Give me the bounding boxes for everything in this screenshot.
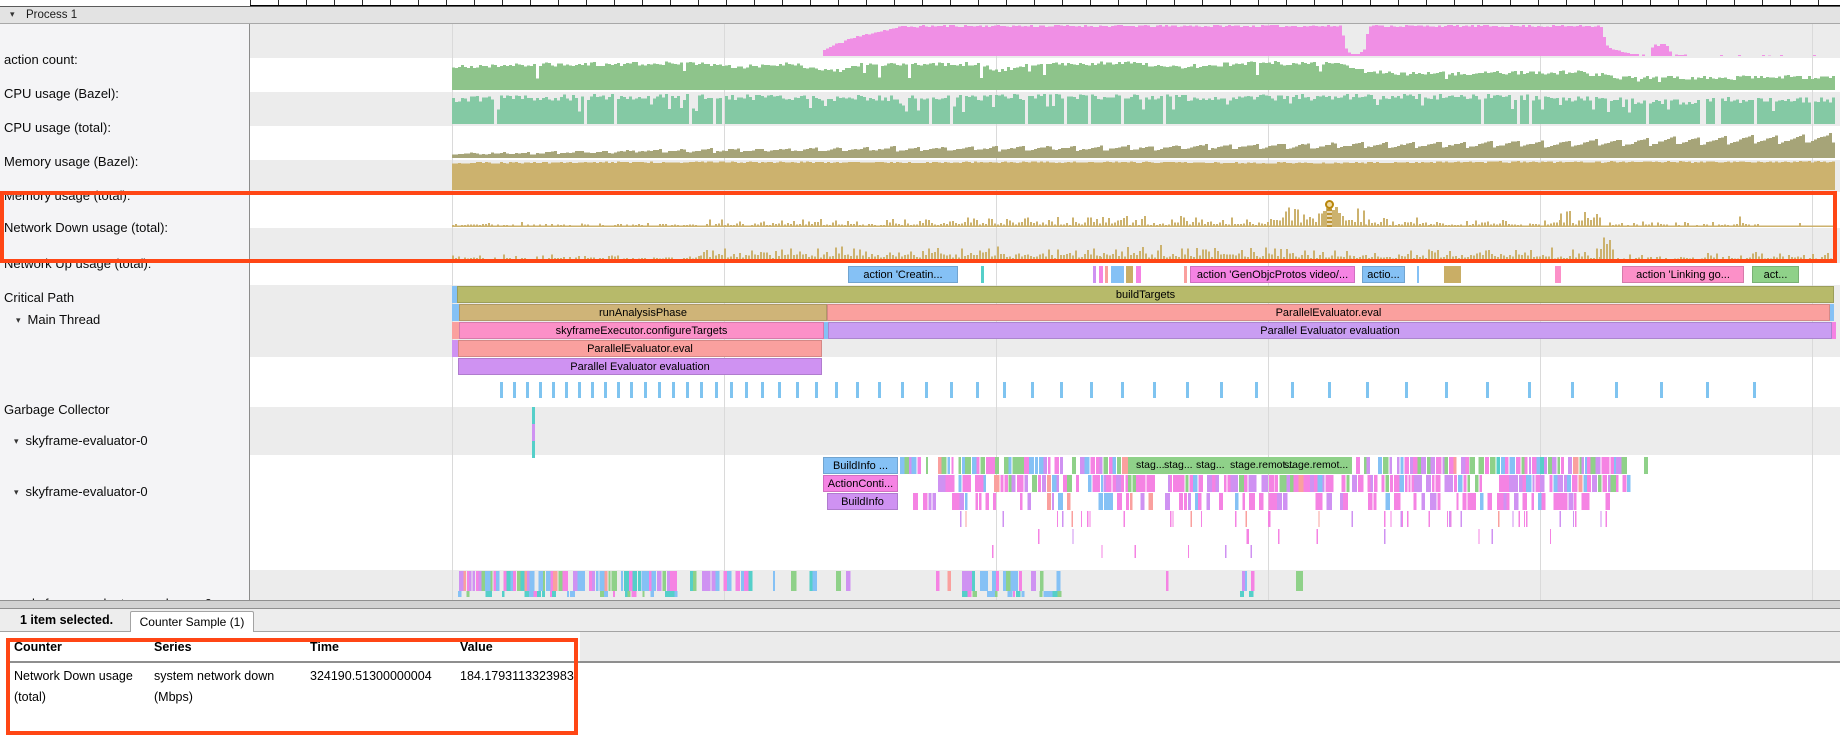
trace-viewer: action 'Creatin... action 'GenObjcProtos …	[0, 0, 1840, 742]
slice-parallel-evaluator-evaluation[interactable]: Parallel Evaluator evaluation	[828, 322, 1832, 339]
slice-action-genobjcprotos-video[interactable]: action 'GenObjcProtos video/...	[1190, 266, 1355, 283]
slice-actionconti[interactable]: ActionConti...	[823, 475, 898, 492]
cpu-usage-bazel-series[interactable]	[452, 61, 1835, 90]
slice-skyframeexecutor-configuretargets[interactable]: skyframeExecutor.configureTargets	[459, 322, 824, 339]
slice-parallelevaluator-eval[interactable]: ParallelEvaluator.eval	[827, 304, 1830, 321]
sidebar-item-critical-path[interactable]: Critical Path	[4, 290, 74, 306]
cpu-usage-total-series[interactable]	[452, 94, 1835, 124]
slice-stripe-series[interactable]	[485, 571, 1247, 591]
slice-tick[interactable]	[1832, 322, 1836, 339]
overlapping-slice-label: stag...	[1164, 459, 1193, 471]
sidebar-item-main-thread[interactable]: ▾ Main Thread	[16, 312, 100, 328]
slice-tick[interactable]	[1093, 266, 1096, 283]
slice-act[interactable]: act...	[1752, 266, 1799, 283]
overlapping-slice-label: stage.remot...	[1284, 459, 1348, 471]
slice-stripe-series[interactable]	[459, 571, 1245, 591]
expander-triangle-icon[interactable]: ▾	[14, 436, 19, 446]
sidebar-item-cpu-usage-bazel[interactable]: CPU usage (Bazel):	[4, 86, 119, 102]
expander-triangle-icon[interactable]: ▾	[16, 315, 21, 325]
track-label: skyframe-evaluator-0	[26, 484, 148, 499]
slice-runanalysisphase[interactable]: runAnalysisPhase	[459, 304, 827, 321]
slice-actio[interactable]: actio...	[1362, 266, 1405, 283]
slice-action-creatin[interactable]: action 'Creatin...	[848, 266, 958, 283]
selection-status: 1 item selected.	[20, 613, 113, 627]
bottom-tab-strip	[0, 609, 1840, 632]
slice-tick[interactable]	[1105, 266, 1108, 283]
track-label: Memory usage (Bazel):	[4, 154, 138, 169]
slice-tick[interactable]	[1555, 266, 1561, 283]
slice-stripe-series[interactable]	[1225, 545, 1252, 558]
slice-parallel-evaluator-evaluation[interactable]: Parallel Evaluator evaluation	[458, 358, 822, 375]
slice-stripe-series[interactable]	[1057, 511, 1607, 527]
slice-tick[interactable]	[1417, 266, 1419, 283]
track-label: Garbage Collector	[4, 402, 110, 417]
slice-tick[interactable]	[1184, 266, 1187, 283]
slice-tick[interactable]	[1099, 266, 1103, 283]
sidebar-item-action-count[interactable]: action count:	[4, 52, 78, 68]
track-label: action count:	[4, 52, 78, 67]
table-header-band	[580, 632, 1840, 661]
slice-action-linking-go[interactable]: action 'Linking go...	[1622, 266, 1744, 283]
slice-stripe-series[interactable]	[1072, 529, 1493, 544]
mini-slice[interactable]	[532, 424, 535, 441]
slice-tick[interactable]	[1111, 266, 1124, 283]
collapse-triangle-icon[interactable]: ▾	[10, 9, 15, 20]
mini-slice[interactable]	[532, 441, 535, 458]
sidebar-item-memory-usage-bazel[interactable]: Memory usage (Bazel):	[4, 154, 138, 170]
highlight-box-sample-table	[6, 638, 578, 735]
expander-triangle-icon[interactable]: ▾	[14, 487, 19, 497]
mini-slice[interactable]	[532, 407, 535, 424]
slice-buildinfo[interactable]: BuildInfo ...	[823, 457, 898, 474]
process-header[interactable]: ▾ Process 1	[0, 6, 1840, 24]
slice-buildtargets[interactable]: buildTargets	[457, 286, 1834, 303]
slice-stripe-series[interactable]	[1038, 529, 1551, 544]
process-title: Process 1	[26, 9, 77, 21]
highlight-box-network-tracks	[0, 191, 1837, 263]
track-label: CPU usage (Bazel):	[4, 86, 119, 101]
slice-stripe-series[interactable]	[960, 511, 1602, 527]
track-label: Main Thread	[28, 312, 101, 327]
slice-tick[interactable]	[981, 266, 984, 283]
sidebar-item-garbage-collector[interactable]: Garbage Collector	[4, 402, 110, 418]
action-count-series[interactable]	[823, 25, 1816, 56]
slice-stripe-series[interactable]	[965, 511, 1499, 527]
memory-usage-bazel-series[interactable]	[452, 133, 1835, 158]
slice-tick[interactable]	[1830, 304, 1834, 321]
sidebar-item-cpu-usage-total[interactable]: CPU usage (total):	[4, 120, 111, 136]
overlapping-slice-label: stag...	[1196, 459, 1225, 471]
slice-stripe-series[interactable]	[992, 545, 1189, 558]
slice-tick[interactable]	[1444, 266, 1461, 283]
memory-usage-total-series[interactable]	[452, 161, 1835, 190]
garbage-collector-tick-series[interactable]	[500, 382, 1756, 398]
track-label-sidebar: action count: CPU usage (Bazel): CPU usage…	[0, 24, 250, 600]
tab-counter-sample[interactable]: Counter Sample (1)	[130, 611, 254, 632]
sidebar-item-skyframe-evaluator-0[interactable]: ▾ skyframe-evaluator-0	[14, 433, 148, 449]
slice-tick[interactable]	[1126, 266, 1133, 283]
slice-buildinfo[interactable]: BuildInfo	[827, 493, 898, 510]
slice-tick[interactable]	[452, 304, 459, 321]
track-label: skyframe-evaluator-0	[26, 433, 148, 448]
slice-tick[interactable]	[1136, 266, 1141, 283]
track-label: CPU usage (total):	[4, 120, 111, 135]
slice-parallelevaluator-eval[interactable]: ParallelEvaluator.eval	[458, 340, 822, 357]
panel-resize-divider[interactable]	[0, 600, 1840, 609]
sidebar-item-skyframe-evaluator-0[interactable]: ▾ skyframe-evaluator-0	[14, 484, 148, 500]
slice-tick[interactable]	[452, 322, 459, 339]
track-label: Critical Path	[4, 290, 74, 305]
overlapping-slice-label: stag...	[1136, 459, 1165, 471]
